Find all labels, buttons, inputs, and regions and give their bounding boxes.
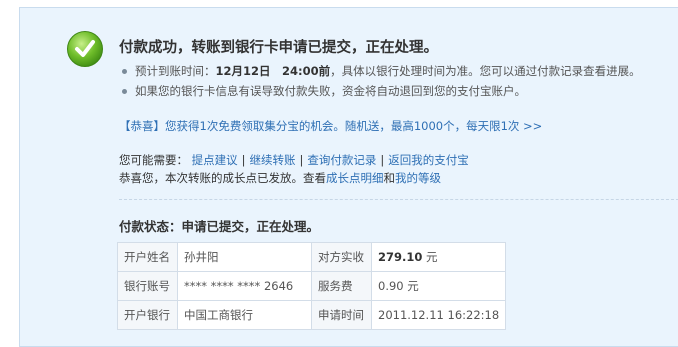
account-label: 银行账号: [117, 271, 178, 301]
table-row: 开户姓名 孙井阳 对方实收 279.10 元: [117, 242, 507, 272]
paid-label: 对方实收: [311, 242, 372, 272]
transfer-info-table: 开户姓名 孙井阳 对方实收 279.10 元 银行账号 **** **** **…: [117, 242, 507, 330]
name-label: 开户姓名: [117, 242, 178, 272]
time-value: 2011.12.11 16:22:18: [370, 300, 507, 330]
growth-detail-link[interactable]: 成长点明细: [326, 171, 384, 185]
table-row: 开户银行 中国工商银行 申请时间 2011.12.11 16:22:18: [117, 300, 507, 330]
fee-value: 0.90 元: [370, 271, 507, 301]
paid-unit: 元: [422, 250, 438, 264]
paid-amount: 279.10: [378, 250, 423, 264]
failure-note: 如果您的银行卡信息有误导致付款失败，资金将自动退回到您的支付宝账户。: [135, 84, 526, 98]
arrival-suffix: ，具体以银行处理时间为准。您可以通过付款记录查看进展。: [330, 64, 641, 78]
separator: |: [299, 153, 304, 167]
time-label: 申请时间: [311, 300, 372, 330]
tip-failure-refund: 如果您的银行卡信息有误导致付款失败，资金将自动退回到您的支付宝账户。: [119, 83, 641, 103]
fee-label: 服务费: [311, 271, 372, 301]
my-level-link[interactable]: 我的等级: [395, 171, 441, 185]
page-title: 付款成功，转账到银行卡申请已提交，正在处理。: [119, 40, 438, 56]
table-row: 银行账号 **** **** **** 2646 服务费 0.90 元: [117, 271, 507, 301]
suggest-link[interactable]: 提点建议: [192, 153, 238, 167]
bullet-icon: [122, 89, 127, 94]
growth-points-note: 恭喜您，本次转账的成长点已发放。查看成长点明细和我的等级: [119, 170, 441, 186]
tip-arrival-time: 预计到账时间：12月12日 24:00前，具体以银行处理时间为准。您可以通过付款…: [119, 63, 641, 83]
actions-prefix: 您可能需要：: [119, 153, 188, 167]
separator: |: [380, 153, 385, 167]
name-value: 孙井阳: [177, 242, 312, 272]
continue-transfer-link[interactable]: 继续转账: [250, 153, 296, 167]
bullet-icon: [122, 69, 127, 74]
arrival-time: 12月12日 24:00前: [215, 64, 331, 78]
separator: |: [241, 153, 246, 167]
bank-value: 中国工商银行: [177, 300, 312, 330]
promo-link[interactable]: 【恭喜】您获得1次免费领取集分宝的机会。随机送，最高1000个，每天限1次 >>: [119, 118, 542, 134]
bank-label: 开户银行: [117, 300, 178, 330]
dashed-divider: [119, 199, 678, 200]
query-records-link[interactable]: 查询付款记录: [307, 153, 376, 167]
account-value: **** **** **** 2646: [177, 271, 312, 301]
growth-prefix: 恭喜您，本次转账的成长点已发放。查看: [119, 171, 326, 185]
growth-and: 和: [383, 171, 396, 185]
success-check-icon: [67, 31, 103, 67]
paid-value: 279.10 元: [370, 242, 507, 272]
back-to-alipay-link[interactable]: 返回我的支付宝: [388, 153, 469, 167]
tips-list: 预计到账时间：12月12日 24:00前，具体以银行处理时间为准。您可以通过付款…: [119, 63, 641, 103]
suggested-actions: 您可能需要： 提点建议 | 继续转账 | 查询付款记录 | 返回我的支付宝: [119, 152, 469, 168]
payment-status: 付款状态：申请已提交，正在处理。: [119, 219, 320, 234]
arrival-prefix: 预计到账时间：: [135, 64, 216, 78]
